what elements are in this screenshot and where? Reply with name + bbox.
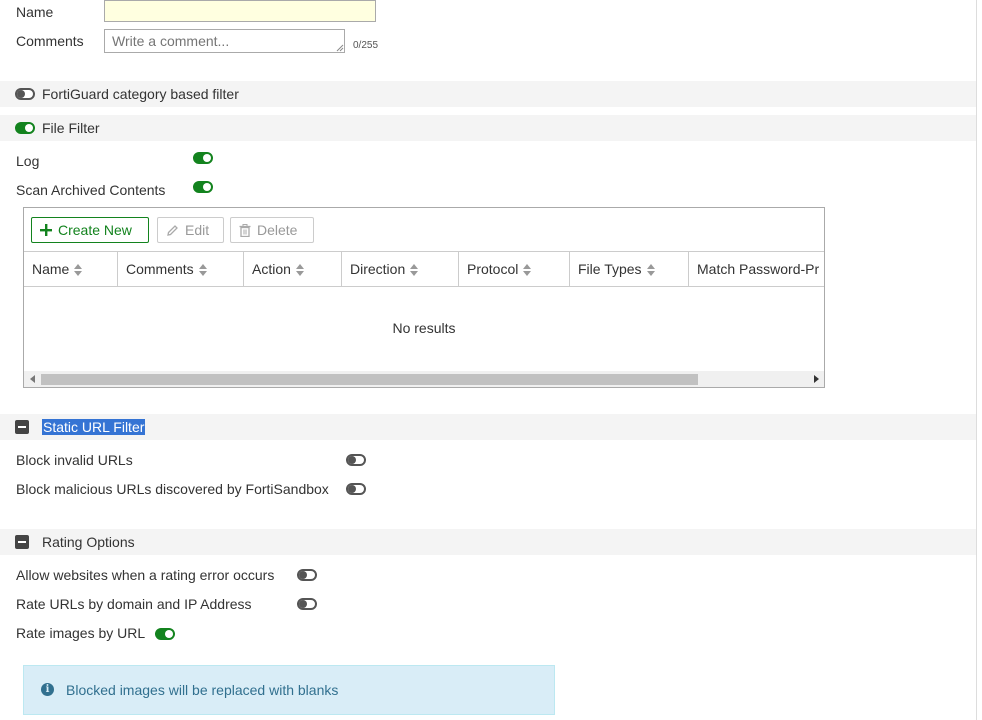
- section-rating-title: Rating Options: [42, 534, 135, 550]
- scrollbar-thumb[interactable]: [41, 374, 698, 385]
- column-header-name[interactable]: Name: [24, 252, 118, 286]
- block-malicious-urls-toggle[interactable]: [346, 483, 366, 495]
- column-header-protocol[interactable]: Protocol: [459, 252, 570, 286]
- resize-grip-icon[interactable]: [336, 44, 344, 52]
- comments-label: Comments: [16, 33, 84, 49]
- section-file-filter: File Filter: [0, 115, 976, 141]
- info-message-box: i Blocked images will be replaced with b…: [23, 665, 555, 715]
- section-static-url-title: Static URL Filter: [42, 419, 146, 435]
- sort-icon: [646, 264, 655, 277]
- column-header-action[interactable]: Action: [244, 252, 342, 286]
- rate-images-label: Rate images by URL: [16, 625, 146, 641]
- file-filter-toggle[interactable]: [15, 122, 35, 134]
- log-toggle[interactable]: [193, 152, 213, 164]
- column-header-direction[interactable]: Direction: [342, 252, 459, 286]
- log-label: Log: [16, 153, 40, 169]
- block-invalid-urls-label: Block invalid URLs: [16, 452, 133, 468]
- section-fortiguard: FortiGuard category based filter: [0, 81, 976, 107]
- trash-icon: [239, 223, 251, 237]
- section-fortiguard-title: FortiGuard category based filter: [42, 86, 239, 102]
- rate-by-domain-label: Rate URLs by domain and IP Address: [16, 596, 252, 612]
- section-file-filter-title: File Filter: [42, 120, 100, 136]
- delete-button[interactable]: Delete: [230, 217, 314, 243]
- panel-right-border: [976, 0, 977, 720]
- scan-archived-toggle[interactable]: [193, 181, 213, 193]
- sort-icon: [74, 264, 83, 277]
- sort-icon: [410, 264, 419, 277]
- allow-rating-error-label: Allow websites when a rating error occur…: [16, 567, 275, 583]
- plus-icon: [40, 224, 52, 236]
- scroll-right-icon[interactable]: [814, 375, 819, 383]
- allow-rating-error-toggle[interactable]: [297, 569, 317, 581]
- block-invalid-urls-toggle[interactable]: [346, 454, 366, 466]
- scan-archived-label: Scan Archived Contents: [16, 182, 166, 198]
- edit-label: Edit: [185, 222, 210, 238]
- pencil-icon: [167, 224, 178, 236]
- sort-icon: [295, 264, 304, 277]
- block-malicious-urls-label: Block malicious URLs discovered by Forti…: [16, 481, 329, 497]
- collapse-minus-icon[interactable]: [15, 420, 29, 434]
- name-label: Name: [16, 4, 54, 20]
- column-header-comments[interactable]: Comments: [118, 252, 244, 286]
- comments-counter: 0/255: [353, 40, 379, 51]
- create-new-label: Create New: [58, 222, 132, 238]
- table-header: Name Comments Action Direction Protocol …: [24, 251, 824, 287]
- collapse-minus-icon[interactable]: [15, 535, 29, 549]
- column-header-match-password[interactable]: Match Password-Pr: [689, 252, 824, 286]
- sort-icon: [198, 264, 207, 277]
- rate-by-domain-toggle[interactable]: [297, 598, 317, 610]
- sort-icon: [523, 264, 532, 277]
- create-new-button[interactable]: Create New: [31, 217, 149, 243]
- fortiguard-toggle[interactable]: [15, 88, 35, 100]
- file-filter-table: Create New Edit Delete Name Comments Act…: [23, 207, 825, 388]
- column-header-file-types[interactable]: File Types: [570, 252, 689, 286]
- info-icon: i: [41, 683, 54, 696]
- edit-button[interactable]: Edit: [157, 217, 224, 243]
- table-horizontal-scrollbar[interactable]: [24, 371, 824, 387]
- info-message-text: Blocked images will be replaced with bla…: [66, 682, 339, 698]
- section-static-url-filter: Static URL Filter: [0, 414, 976, 440]
- table-empty-message: No results: [392, 320, 456, 336]
- delete-label: Delete: [257, 222, 298, 238]
- scroll-left-icon[interactable]: [30, 375, 35, 383]
- rate-images-toggle[interactable]: [155, 628, 175, 640]
- section-rating-options: Rating Options: [0, 529, 976, 555]
- comments-textarea[interactable]: [104, 29, 345, 53]
- name-input[interactable]: [104, 0, 376, 22]
